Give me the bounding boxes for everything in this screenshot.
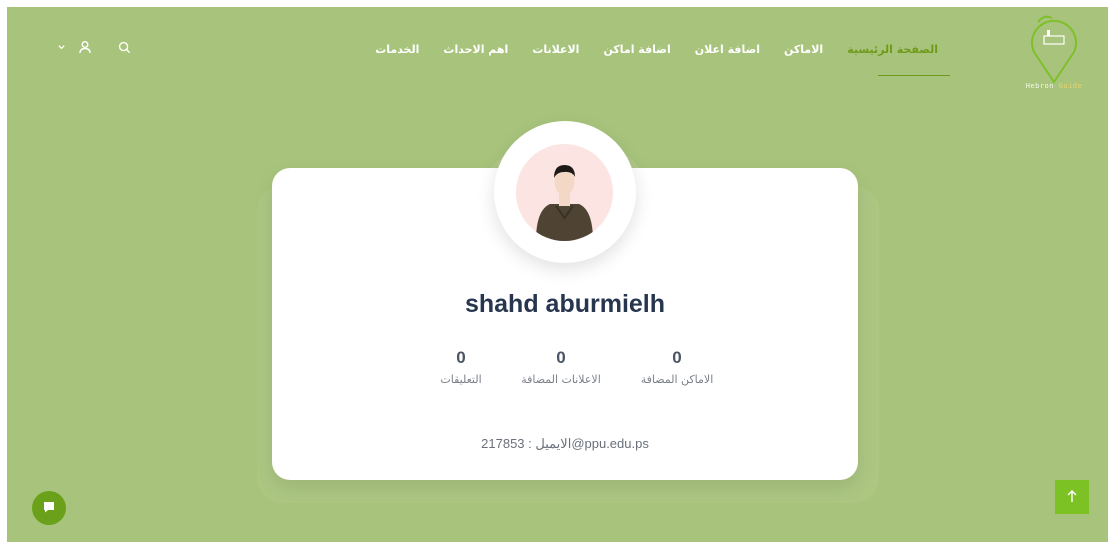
stat-comments: 0 التعليقات bbox=[420, 348, 502, 386]
nav-events[interactable]: اهم الاحداث bbox=[431, 43, 520, 56]
profile-name: shahd aburmielh bbox=[464, 290, 666, 318]
chat-button[interactable] bbox=[32, 491, 66, 525]
stat-label: الاماكن المضافة bbox=[640, 373, 714, 386]
chat-icon bbox=[42, 499, 56, 518]
nav-ads[interactable]: الاعلانات bbox=[520, 43, 591, 56]
nav-home[interactable]: الصفحة الرئيسية bbox=[835, 43, 950, 56]
profile-email: الايميل : 217853@ppu.edu.ps bbox=[481, 436, 649, 451]
nav-places[interactable]: الاماكن bbox=[772, 43, 835, 56]
stat-label: الاعلانات المضافة bbox=[521, 373, 601, 386]
search-icon[interactable] bbox=[118, 41, 131, 54]
main-nav: الصفحة الرئيسية الاماكن اضافة اعلان اضاف… bbox=[363, 43, 950, 56]
scroll-to-top-button[interactable] bbox=[1055, 480, 1089, 514]
nav-services[interactable]: الخدمات bbox=[363, 43, 431, 56]
stat-value: 0 bbox=[456, 348, 466, 367]
user-icon[interactable] bbox=[78, 40, 92, 54]
arrow-up-icon bbox=[1066, 488, 1078, 507]
stat-value: 0 bbox=[672, 348, 682, 367]
stat-ads-added: 0 الاعلانات المضافة bbox=[509, 348, 613, 386]
stat-value: 0 bbox=[556, 348, 566, 367]
site-logo[interactable] bbox=[1024, 12, 1084, 92]
active-nav-underline bbox=[878, 75, 950, 76]
avatar bbox=[516, 144, 613, 241]
nav-add-places[interactable]: اضافة اماكن bbox=[591, 43, 682, 56]
nav-add-ad[interactable]: اضافة اعلان bbox=[683, 43, 772, 56]
header-tools bbox=[57, 40, 131, 54]
page-background: Hebron Guide الصفحة الرئيسية الاماكن اضا… bbox=[7, 7, 1108, 542]
logo-text: Hebron Guide bbox=[1025, 82, 1083, 90]
stat-label: التعليقات bbox=[440, 373, 482, 386]
stat-places-added: 0 الاماكن المضافة bbox=[627, 348, 727, 386]
chevron-down-icon[interactable] bbox=[57, 43, 66, 52]
